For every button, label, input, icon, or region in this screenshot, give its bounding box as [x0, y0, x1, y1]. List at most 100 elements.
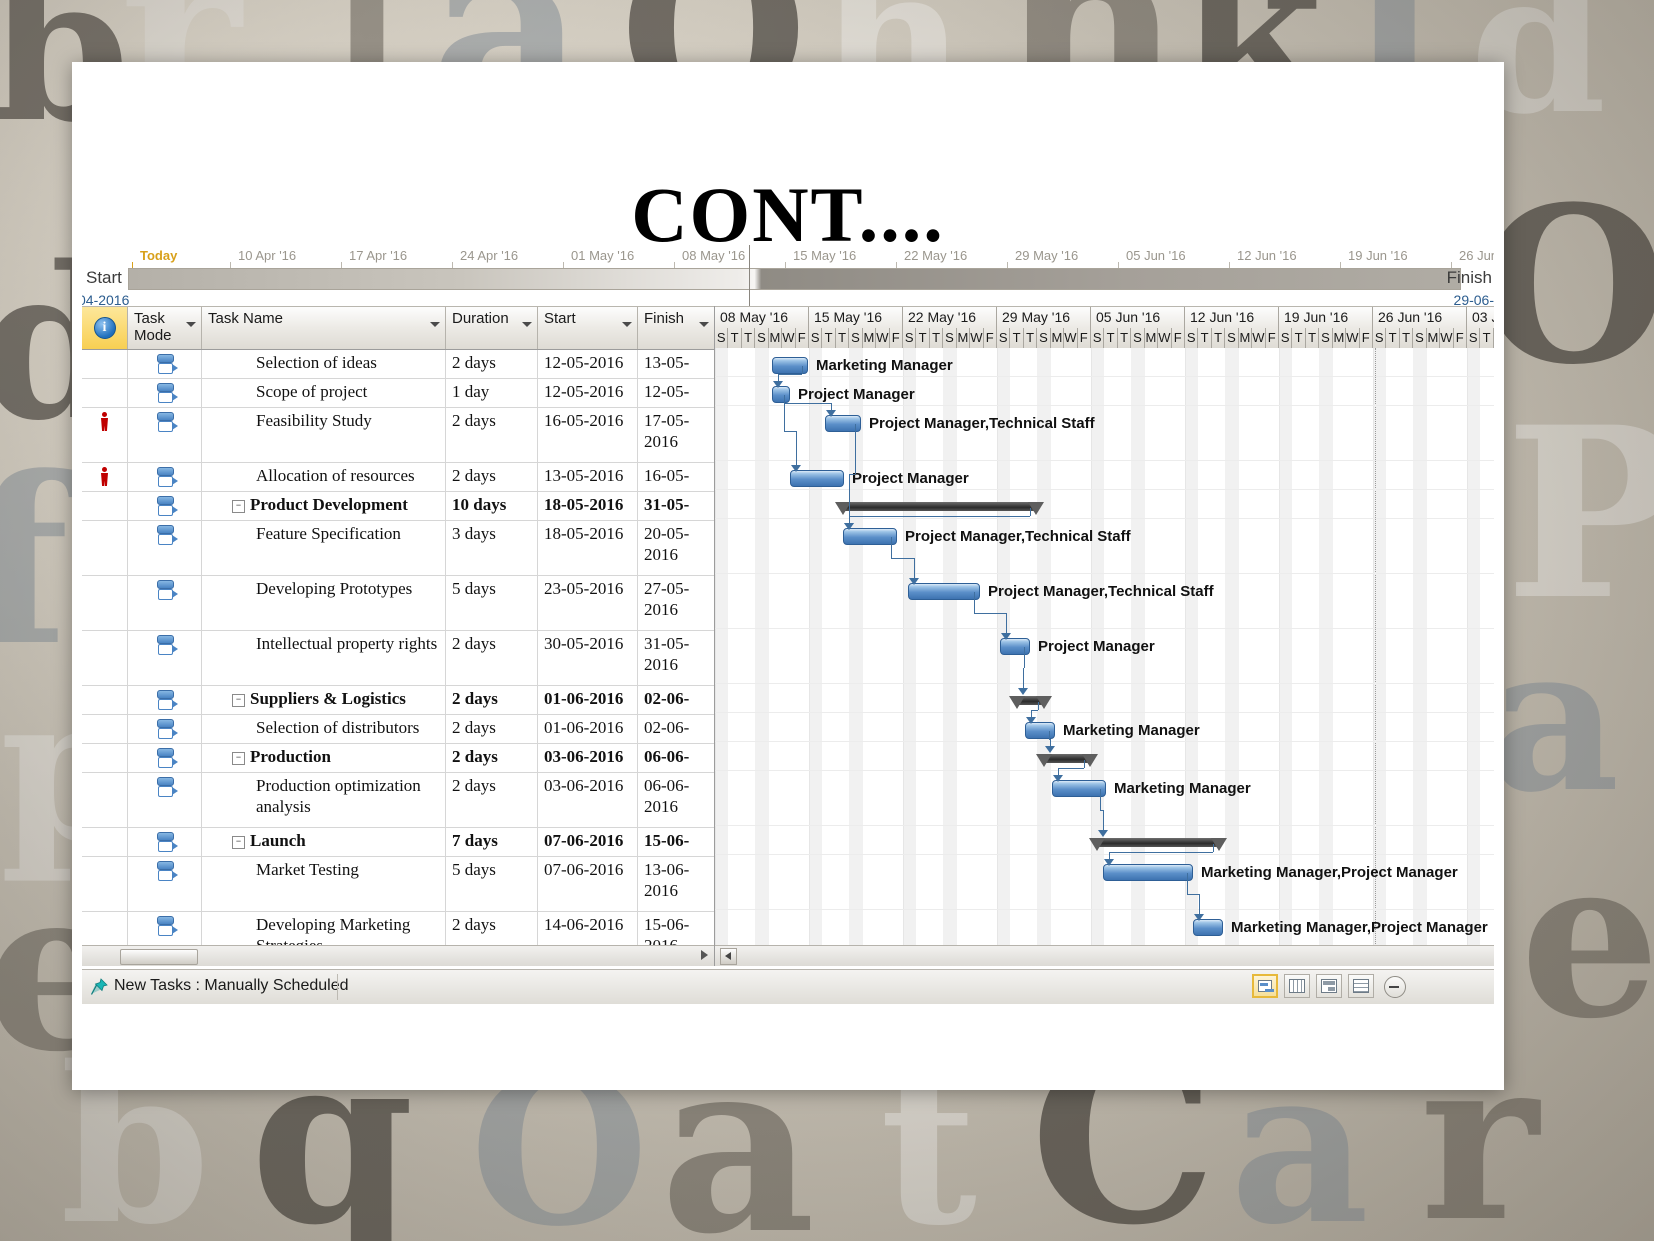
- task-start-cell[interactable]: 23-05-2016: [538, 576, 638, 630]
- task-name-cell[interactable]: − Product Development: [202, 492, 446, 520]
- gantt-task-bar[interactable]: [908, 583, 980, 600]
- table-row[interactable]: − Product Development 10 days 18-05-2016 31-…: [82, 492, 714, 521]
- task-mode-cell[interactable]: [128, 521, 202, 575]
- row-indicator-cell[interactable]: [82, 828, 128, 856]
- task-start-cell[interactable]: 03-06-2016: [538, 773, 638, 827]
- view-resource-sheet-button[interactable]: [1348, 974, 1374, 998]
- task-finish-cell[interactable]: 20-05-2016: [638, 521, 714, 575]
- scroll-left-icon[interactable]: [720, 948, 737, 965]
- task-duration-cell[interactable]: 5 days: [446, 857, 538, 911]
- task-start-cell[interactable]: 12-05-2016: [538, 379, 638, 407]
- zoom-out-button[interactable]: [1384, 976, 1406, 998]
- gantt-task-bar[interactable]: [843, 528, 897, 545]
- row-indicator-cell[interactable]: [82, 744, 128, 772]
- task-finish-cell[interactable]: 15-06-2016: [638, 828, 714, 856]
- grid-horizontal-scrollbar[interactable]: [82, 945, 714, 966]
- task-start-cell[interactable]: 03-06-2016: [538, 744, 638, 772]
- row-indicator-cell[interactable]: [82, 715, 128, 743]
- task-start-cell[interactable]: 01-06-2016: [538, 686, 638, 714]
- task-finish-cell[interactable]: 17-05-2016: [638, 408, 714, 462]
- row-indicator-cell[interactable]: [82, 350, 128, 378]
- task-start-cell[interactable]: 18-05-2016: [538, 492, 638, 520]
- task-name-cell[interactable]: − Production: [202, 744, 446, 772]
- indicator-column-header[interactable]: i: [82, 307, 128, 349]
- task-name-cell[interactable]: Allocation of resources: [202, 463, 446, 491]
- gantt-summary-bar[interactable]: [1089, 838, 1227, 851]
- gantt-task-bar[interactable]: [790, 470, 844, 487]
- chevron-down-icon[interactable]: [622, 322, 632, 327]
- task-start-cell[interactable]: 18-05-2016: [538, 521, 638, 575]
- task-duration-cell[interactable]: 3 days: [446, 521, 538, 575]
- task-name-cell[interactable]: Feature Specification: [202, 521, 446, 575]
- scroll-right-icon[interactable]: [701, 950, 708, 960]
- task-start-cell[interactable]: 07-06-2016: [538, 828, 638, 856]
- collapse-expander-icon[interactable]: −: [232, 500, 245, 513]
- gantt-task-bar[interactable]: [1025, 722, 1055, 739]
- task-start-cell[interactable]: 13-05-2016: [538, 463, 638, 491]
- task-mode-cell[interactable]: [128, 857, 202, 911]
- task-mode-cell[interactable]: [128, 492, 202, 520]
- task-duration-cell[interactable]: 2 days: [446, 773, 538, 827]
- view-team-planner-button[interactable]: [1316, 974, 1342, 998]
- collapse-expander-icon[interactable]: −: [232, 752, 245, 765]
- task-mode-cell[interactable]: [128, 686, 202, 714]
- task-duration-cell[interactable]: 5 days: [446, 576, 538, 630]
- table-row[interactable]: Developing Prototypes 5 days 23-05-2016 27-…: [82, 576, 714, 631]
- task-finish-cell[interactable]: 06-06-2016: [638, 773, 714, 827]
- task-start-cell[interactable]: 07-06-2016: [538, 857, 638, 911]
- task-start-cell[interactable]: 12-05-2016: [538, 350, 638, 378]
- row-indicator-cell[interactable]: [82, 492, 128, 520]
- row-indicator-cell[interactable]: [82, 576, 128, 630]
- task-name-cell[interactable]: Production optimization analysis: [202, 773, 446, 827]
- row-indicator-cell[interactable]: [82, 379, 128, 407]
- gantt-task-bar[interactable]: [1000, 638, 1030, 655]
- task-finish-cell[interactable]: 16-05-2016: [638, 463, 714, 491]
- task-name-cell[interactable]: Scope of project: [202, 379, 446, 407]
- task-finish-cell[interactable]: 31-05-2016: [638, 492, 714, 520]
- table-row[interactable]: Intellectual property rights 2 days 30-05-…: [82, 631, 714, 686]
- task-finish-cell[interactable]: 27-05-2016: [638, 576, 714, 630]
- new-tasks-mode-label[interactable]: New Tasks : Manually Scheduled: [114, 977, 349, 995]
- task-duration-cell[interactable]: 2 days: [446, 350, 538, 378]
- table-row[interactable]: Selection of ideas 2 days 12-05-2016 13-05-…: [82, 350, 714, 379]
- view-gantt-chart-button[interactable]: [1252, 974, 1278, 998]
- chevron-down-icon[interactable]: [186, 322, 196, 327]
- task-finish-cell[interactable]: 13-05-2016: [638, 350, 714, 378]
- task-mode-cell[interactable]: [128, 408, 202, 462]
- table-row[interactable]: Market Testing 5 days 07-06-2016 13-06-2016: [82, 857, 714, 912]
- start-column-header[interactable]: Start: [538, 307, 638, 349]
- task-name-cell[interactable]: Market Testing: [202, 857, 446, 911]
- task-finish-cell[interactable]: 06-06-2016: [638, 744, 714, 772]
- task-start-cell[interactable]: 30-05-2016: [538, 631, 638, 685]
- table-row[interactable]: Feature Specification 3 days 18-05-2016 20-…: [82, 521, 714, 576]
- collapse-expander-icon[interactable]: −: [232, 836, 245, 849]
- table-row[interactable]: −Production 2 days03-06-201606-06-2016: [82, 744, 714, 773]
- task-name-cell[interactable]: Intellectual property rights: [202, 631, 446, 685]
- scrollbar-thumb[interactable]: [120, 949, 198, 965]
- row-indicator-cell[interactable]: [82, 631, 128, 685]
- gantt-summary-bar[interactable]: [835, 502, 1044, 515]
- table-row[interactable]: Selection of distributors 2 days 01-06-201…: [82, 715, 714, 744]
- task-mode-cell[interactable]: [128, 631, 202, 685]
- table-row[interactable]: Allocation of resources 2 days 13-05-2016 1…: [82, 463, 714, 492]
- row-indicator-cell[interactable]: [82, 857, 128, 911]
- table-row[interactable]: Production optimization analysis 2 days 03…: [82, 773, 714, 828]
- task-start-cell[interactable]: 16-05-2016: [538, 408, 638, 462]
- table-row[interactable]: − Suppliers & Logistics 2 days 01-06-2016 02…: [82, 686, 714, 715]
- gantt-task-bar[interactable]: [1052, 780, 1106, 797]
- task-name-cell[interactable]: − Suppliers & Logistics: [202, 686, 446, 714]
- task-mode-cell[interactable]: [128, 350, 202, 378]
- table-row[interactable]: Scope of project1 day12-05-201612-05-201…: [82, 379, 714, 408]
- chevron-down-icon[interactable]: [522, 322, 532, 327]
- task-duration-cell[interactable]: 10 days: [446, 492, 538, 520]
- row-indicator-cell[interactable]: [82, 463, 128, 491]
- task-duration-cell[interactable]: 2 days: [446, 463, 538, 491]
- task-name-cell[interactable]: Selection of distributors: [202, 715, 446, 743]
- task-name-cell[interactable]: Feasibility Study: [202, 408, 446, 462]
- table-row[interactable]: −Launch 7 days07-06-201615-06-2016: [82, 828, 714, 857]
- gantt-task-bar[interactable]: [1103, 864, 1193, 881]
- gantt-summary-bar[interactable]: [1009, 696, 1052, 709]
- task-duration-cell[interactable]: 2 days: [446, 715, 538, 743]
- task-name-cell[interactable]: − Launch: [202, 828, 446, 856]
- task-finish-cell[interactable]: 02-06-2016: [638, 686, 714, 714]
